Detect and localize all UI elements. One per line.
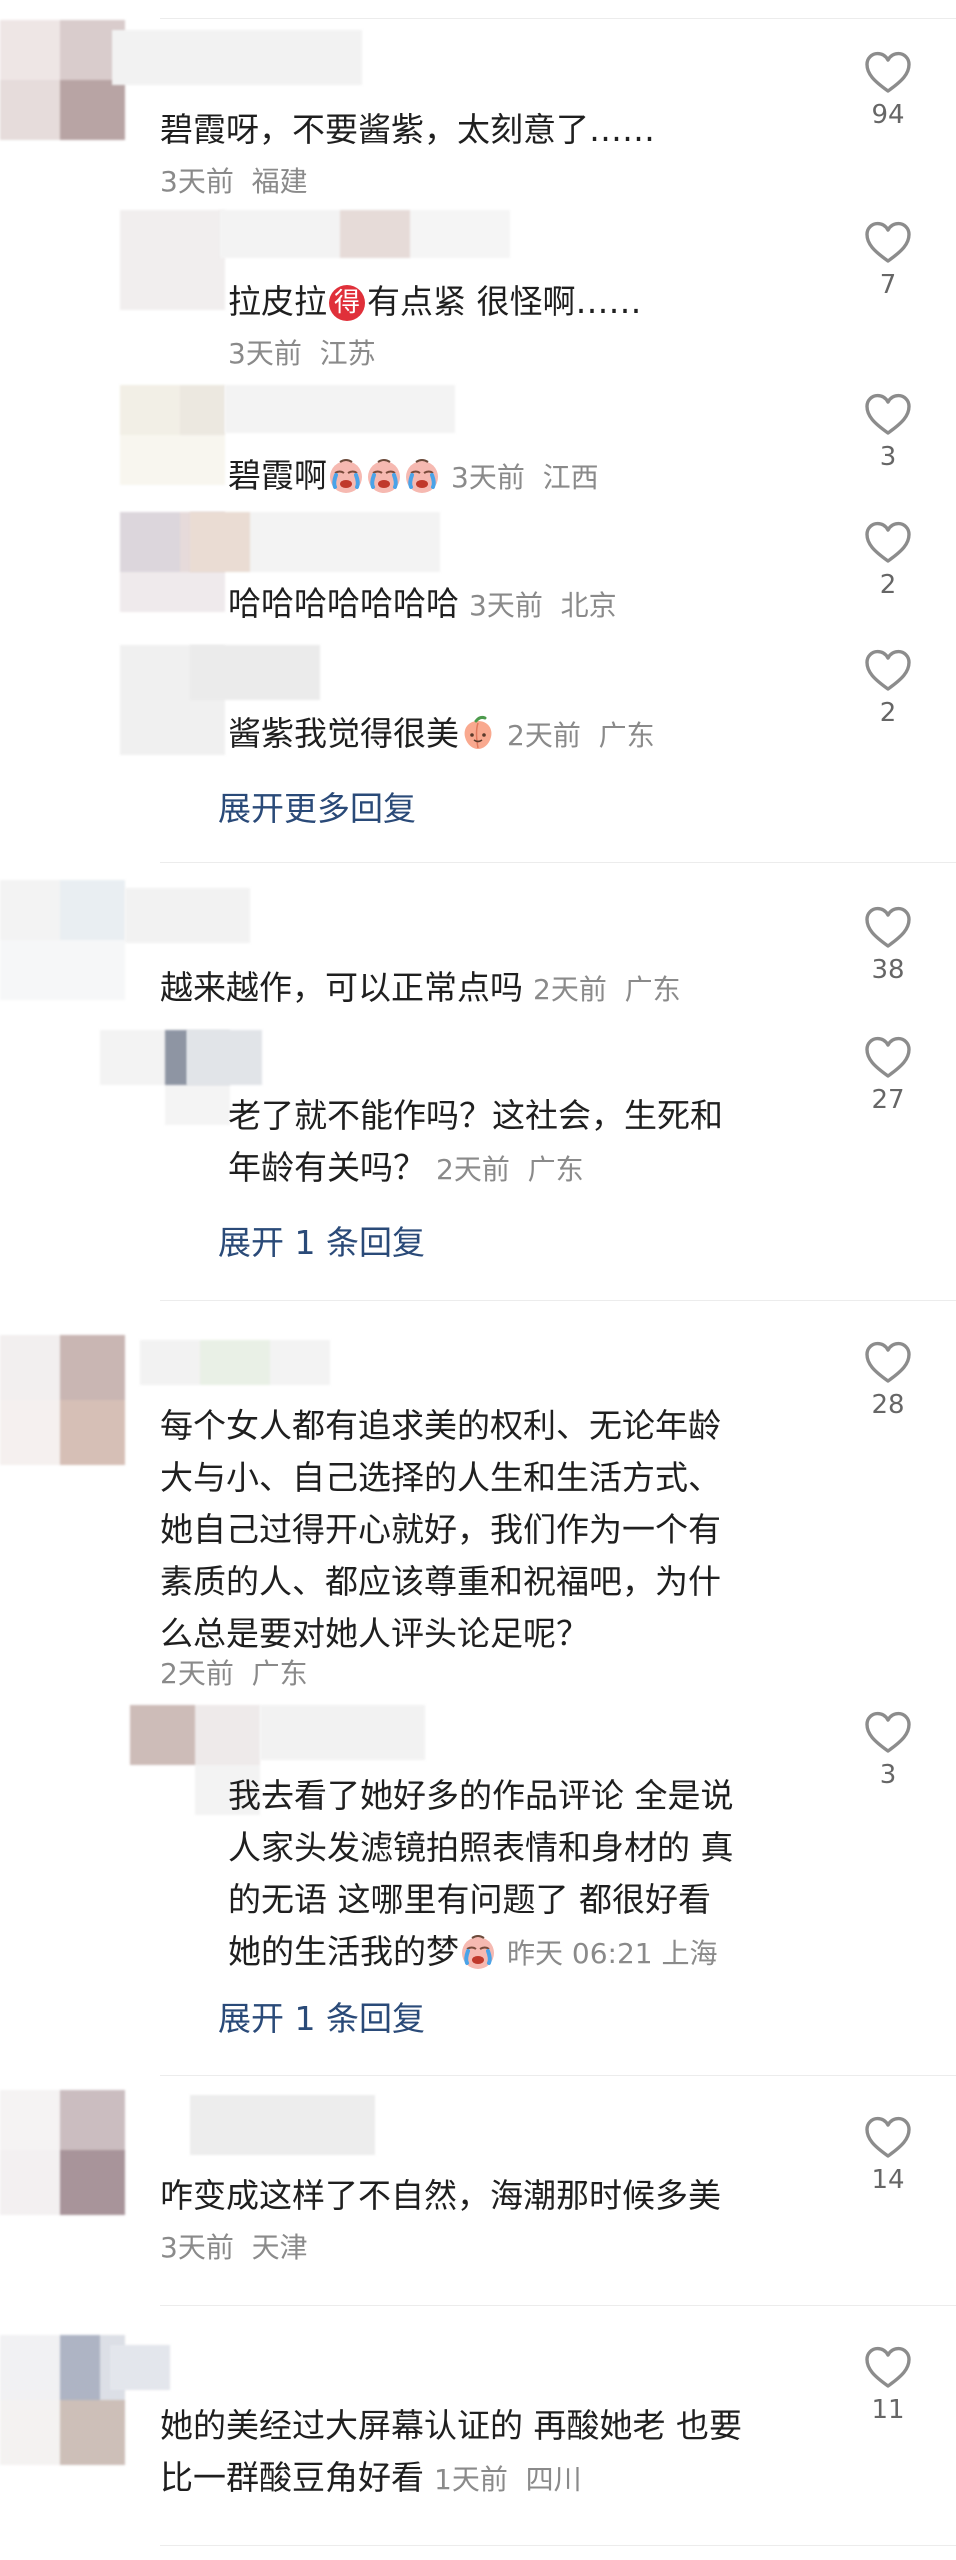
reply-meta: 昨天 06:21 上海 <box>507 1937 718 1970</box>
heart-icon <box>853 520 923 564</box>
username[interactable] <box>225 385 455 433</box>
comment-text: 大与小、自己选择的人生和生活方式、 <box>160 1458 721 1497</box>
crying-emoji-icon <box>327 457 365 510</box>
avatar[interactable] <box>120 385 225 485</box>
like-button[interactable]: 28 <box>853 1340 923 1420</box>
username[interactable] <box>190 2095 375 2155</box>
reply-text: 人家头发滤镜拍照表情和身材的 真 <box>228 1828 734 1867</box>
crying-emoji-icon <box>459 1933 497 1986</box>
like-count: 7 <box>879 270 897 300</box>
username[interactable] <box>140 1340 330 1385</box>
comment-meta: 1天前 四川 <box>434 2463 582 2496</box>
comment-text: 每个女人都有追求美的权利、无论年龄 <box>160 1406 721 1445</box>
like-count: 2 <box>879 698 897 728</box>
like-count: 14 <box>871 2165 905 2195</box>
peach-emoji-icon <box>459 715 497 768</box>
username[interactable] <box>220 210 510 258</box>
reply-text: 我去看了她好多的作品评论 全是说 <box>228 1776 734 1815</box>
like-button[interactable]: 94 <box>853 50 923 130</box>
divider <box>160 2075 956 2076</box>
heart-icon <box>853 220 923 264</box>
heart-icon <box>853 648 923 692</box>
like-count: 3 <box>879 442 897 472</box>
avatar[interactable] <box>0 20 125 140</box>
like-count: 28 <box>871 1390 905 1420</box>
reply-meta: 3天前 江苏 <box>228 337 376 370</box>
username[interactable] <box>125 888 250 943</box>
username[interactable] <box>190 512 440 572</box>
comment-text: 比一群酸豆角好看 1天前 四川 <box>160 2458 582 2497</box>
reply-meta: 2天前 广东 <box>507 719 655 752</box>
username[interactable] <box>187 1030 262 1085</box>
reply-meta: 3天前 北京 <box>469 589 617 622</box>
heart-icon <box>853 1710 923 1754</box>
comment-text: 素质的人、都应该尊重和祝福吧，为什 <box>160 1562 721 1601</box>
expand-replies-link[interactable]: 展开更多回复 <box>218 782 416 830</box>
like-count: 11 <box>871 2395 905 2425</box>
heart-icon <box>853 50 923 94</box>
reply-text: 她的生活我的梦 昨天 06:21 上海 <box>228 1926 718 1986</box>
username[interactable] <box>112 30 362 85</box>
reply-text: 哈哈哈哈哈哈哈 3天前 北京 <box>228 584 617 623</box>
reply-meta: 3天前 江西 <box>451 461 599 494</box>
heart-icon <box>853 1340 923 1384</box>
comment-text: 碧霞呀，不要酱紫，太刻意了…… <box>160 110 655 149</box>
like-button[interactable]: 3 <box>853 1710 923 1790</box>
like-button[interactable]: 2 <box>853 648 923 728</box>
like-button[interactable]: 27 <box>853 1035 923 1115</box>
avatar[interactable] <box>0 880 125 1000</box>
comment-text: 咋变成这样了不自然，海潮那时候多美 <box>160 2176 721 2215</box>
reply-text: 老了就不能作吗？这社会，生死和 <box>228 1096 723 1135</box>
divider <box>160 862 956 863</box>
reply-text: 年龄有关吗？ 2天前 广东 <box>228 1148 584 1187</box>
crying-emoji-icon <box>403 457 441 510</box>
divider <box>160 2305 956 2306</box>
comment-text: 越来越作，可以正常点吗 2天前 广东 <box>160 968 681 1007</box>
crying-emoji-icon <box>365 457 403 510</box>
heart-icon <box>853 392 923 436</box>
comment-meta: 2天前 广东 <box>160 1657 308 1690</box>
heart-icon <box>853 2345 923 2389</box>
comment-meta: 3天前 天津 <box>160 2231 308 2264</box>
reply-text: 碧霞啊 3天前 江西 <box>228 450 599 510</box>
like-button[interactable]: 11 <box>853 2345 923 2425</box>
like-count: 94 <box>871 100 905 130</box>
avatar[interactable] <box>120 210 225 310</box>
heart-icon <box>853 1035 923 1079</box>
like-button[interactable]: 7 <box>853 220 923 300</box>
like-count: 38 <box>871 955 905 985</box>
divider <box>160 1300 956 1301</box>
avatar[interactable] <box>0 2335 125 2465</box>
reply-text: 拉皮拉得有点紧 很怪啊…… <box>228 282 642 321</box>
comment-text: 她自己过得开心就好，我们作为一个有 <box>160 1510 721 1549</box>
avatar[interactable] <box>0 2090 125 2215</box>
expand-replies-link[interactable]: 展开 1 条回复 <box>218 1216 425 1264</box>
avatar[interactable] <box>0 1335 125 1465</box>
divider <box>160 18 956 19</box>
heart-icon <box>853 2115 923 2159</box>
reply-meta: 2天前 广东 <box>436 1153 584 1186</box>
like-count: 2 <box>879 570 897 600</box>
like-button[interactable]: 2 <box>853 520 923 600</box>
comment-meta: 2天前 广东 <box>533 973 681 1006</box>
username[interactable] <box>260 1705 425 1760</box>
reply-text: 酱紫我觉得很美 2天前 广东 <box>228 708 655 768</box>
like-button[interactable]: 14 <box>853 2115 923 2195</box>
divider <box>160 2545 956 2546</box>
like-button[interactable]: 38 <box>853 905 923 985</box>
like-count: 3 <box>879 1760 897 1790</box>
heart-icon <box>853 905 923 949</box>
username[interactable] <box>110 2345 170 2390</box>
username[interactable] <box>190 645 320 700</box>
comment-meta: 3天前 福建 <box>160 165 308 198</box>
reply-text: 的无语 这哪里有问题了 都很好看 <box>228 1880 711 1919</box>
badge-icon: 得 <box>329 285 365 321</box>
comment-text: 她的美经过大屏幕认证的 再酸她老 也要 <box>160 2406 742 2445</box>
like-button[interactable]: 3 <box>853 392 923 472</box>
expand-replies-link[interactable]: 展开 1 条回复 <box>218 1992 425 2040</box>
like-count: 27 <box>871 1085 905 1115</box>
